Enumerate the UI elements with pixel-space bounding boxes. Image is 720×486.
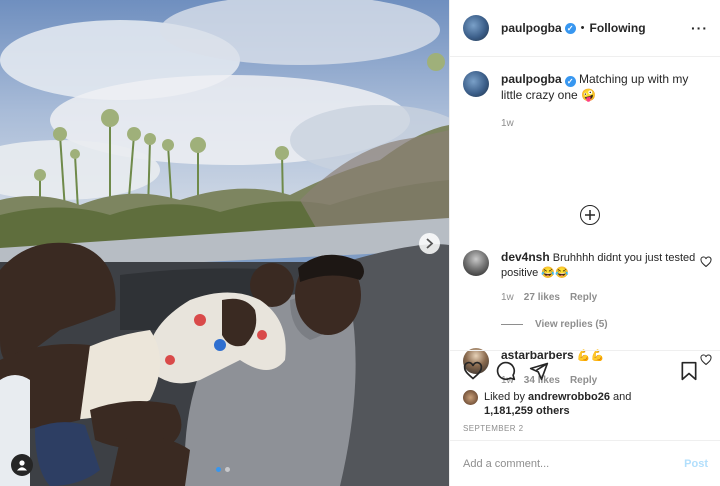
- carousel-next-button[interactable]: [419, 233, 440, 254]
- comment-time[interactable]: 1w: [501, 290, 514, 305]
- caption-avatar[interactable]: [463, 71, 489, 97]
- likes-summary: Liked by andrewrobbo26 and 1,181,259 oth…: [463, 390, 707, 418]
- likes-others[interactable]: 1,181,259 others: [484, 405, 570, 417]
- likes-prefix: Liked by: [484, 391, 525, 403]
- replies-divider: [501, 324, 523, 325]
- likes-and: and: [613, 391, 632, 403]
- post-actions: Liked by andrewrobbo26 and 1,181,259 oth…: [450, 350, 720, 433]
- bookmark-icon[interactable]: [679, 361, 699, 381]
- comment-likes[interactable]: 27 likes: [524, 290, 560, 305]
- carousel-dot: [225, 467, 230, 472]
- liker-avatar[interactable]: [463, 390, 478, 405]
- reply-button[interactable]: Reply: [570, 290, 597, 305]
- commenter-username[interactable]: dev4nsh: [501, 250, 550, 264]
- chevron-right-icon: [426, 238, 434, 249]
- post-header: paulpogba ✓ • Following ···: [450, 0, 720, 57]
- view-replies-label: View replies (5): [535, 319, 608, 330]
- photo-scene: [0, 0, 449, 486]
- commenter-avatar[interactable]: [463, 250, 489, 276]
- comments-section[interactable]: paulpogba ✓ Matching up with my little cr…: [450, 57, 720, 386]
- heart-icon[interactable]: [463, 361, 483, 381]
- view-replies-button[interactable]: View replies (5): [501, 319, 608, 330]
- post-date[interactable]: SEPTEMBER 2: [463, 424, 707, 433]
- verified-badge-icon: ✓: [564, 22, 576, 34]
- share-icon[interactable]: [529, 361, 549, 381]
- plus-circle-icon: [585, 210, 595, 220]
- user-tag-button[interactable]: [11, 454, 33, 476]
- caption: paulpogba ✓ Matching up with my little cr…: [463, 71, 707, 132]
- user-tag-icon: [17, 460, 27, 471]
- comment-like-heart-icon[interactable]: [700, 256, 712, 268]
- caption-username[interactable]: paulpogba: [501, 72, 562, 86]
- comment-input[interactable]: [463, 457, 685, 470]
- comment-item: dev4nsh Bruhhhh didnt you just tested po…: [463, 250, 712, 305]
- post-photo[interactable]: [0, 0, 449, 486]
- carousel-indicator: [216, 467, 230, 472]
- verified-badge-icon: ✓: [564, 76, 576, 87]
- liker-username[interactable]: andrewrobbo26: [528, 391, 610, 403]
- carousel-dot-active: [216, 467, 221, 472]
- owner-username[interactable]: paulpogba: [501, 21, 562, 35]
- caption-time[interactable]: 1w: [501, 116, 707, 132]
- following-button[interactable]: Following: [590, 21, 646, 35]
- comment-icon[interactable]: [496, 361, 516, 381]
- add-comment-bar: Post: [450, 440, 720, 486]
- post-comment-button[interactable]: Post: [684, 458, 708, 470]
- post-sidebar: paulpogba ✓ • Following ··· paulpogba ✓ M…: [449, 0, 720, 486]
- owner-avatar[interactable]: [463, 15, 489, 41]
- header-separator: •: [580, 22, 585, 34]
- more-options-button[interactable]: ···: [691, 20, 708, 36]
- load-more-comments-button[interactable]: [580, 205, 600, 225]
